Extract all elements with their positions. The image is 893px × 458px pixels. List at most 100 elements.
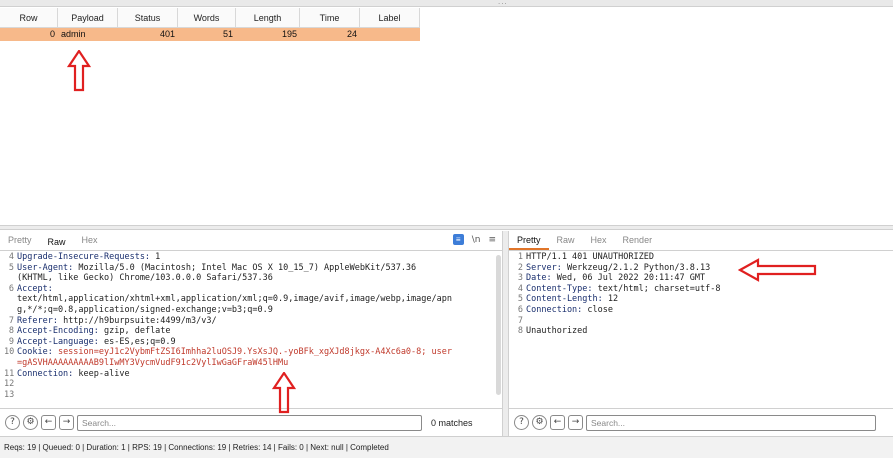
cookie-value: session=eyJ1c2VybmFtZSI6Imhha2luOSJ9.YsX… xyxy=(52,347,452,358)
cell-words: 51 xyxy=(222,29,233,39)
tab-raw[interactable]: Raw xyxy=(40,236,74,250)
code-line: text/html,application/xhtml+xml,applicat… xyxy=(4,294,496,305)
help-icon[interactable]: ? xyxy=(5,415,20,430)
code-line: =gASVHAAAAAAAAAB9lIwMY3VycmVudF91c2VylIw… xyxy=(4,358,496,369)
cell-label xyxy=(360,28,420,41)
next-arrow-icon[interactable]: → xyxy=(59,415,74,430)
code-line: 2 Server: Werkzeug/2.1.2 Python/3.8.13 xyxy=(513,263,887,274)
cell-time: 24 xyxy=(346,29,357,39)
tab-pretty[interactable]: Pretty xyxy=(0,234,40,250)
header-value: (KHTML, like Gecko) Chrome/103.0.0.0 Saf… xyxy=(17,273,273,284)
resize-grip-icon[interactable]: ··· xyxy=(498,1,508,8)
pane-splitter[interactable] xyxy=(0,225,893,230)
tab-hex[interactable]: Hex xyxy=(74,234,106,250)
annotation-left-arrow-icon xyxy=(738,258,817,282)
line-number: 6 xyxy=(8,283,14,294)
header-value: Unauthorized xyxy=(526,326,588,337)
request-search-input[interactable]: Search... xyxy=(77,414,422,431)
header-value: g,*/*;q=0.8,application/signed-exchange;… xyxy=(17,304,273,315)
results-table: Row Payload Status Words Length Time Lab… xyxy=(0,8,420,41)
line-number: 2 xyxy=(517,262,523,273)
header-value: HTTP/1.1 401 UNAUTHORIZED xyxy=(526,252,654,262)
code-line: 4 Content-Type: text/html; charset=utf-8 xyxy=(513,284,887,295)
message-format-icon[interactable]: ≡ xyxy=(452,234,464,245)
header-value: text/html; charset=utf-8 xyxy=(592,283,721,294)
line-number: 4 xyxy=(8,252,14,262)
annotation-up-arrow-icon xyxy=(272,372,296,414)
code-line: (KHTML, like Gecko) Chrome/103.0.0.0 Saf… xyxy=(4,273,496,284)
header-key: Accept: xyxy=(17,283,53,294)
code-line: 4 Upgrade-Insecure-Requests: 1 xyxy=(4,252,496,263)
annotation-up-arrow-icon xyxy=(67,50,91,92)
request-editor[interactable]: 4 Upgrade-Insecure-Requests: 1 5 User-Agent… xyxy=(0,251,502,400)
response-editor[interactable]: 1 HTTP/1.1 401 UNAUTHORIZED 2 Server: Werkz… xyxy=(509,251,893,337)
tab-pretty[interactable]: Pretty xyxy=(509,234,549,250)
tab-render[interactable]: Render xyxy=(615,234,661,250)
request-search-bar: ? ⚙ ← → Search... 0 matches xyxy=(0,408,502,436)
header-key: Content-Type: xyxy=(526,283,593,294)
settings-gear-icon[interactable]: ⚙ xyxy=(532,415,547,430)
menu-icon[interactable]: ≡ xyxy=(488,235,496,245)
previous-arrow-icon[interactable]: ← xyxy=(41,415,56,430)
newline-icon[interactable]: \n xyxy=(472,235,481,245)
code-line: 5 User-Agent: Mozilla/5.0 (Macintosh; Int… xyxy=(4,263,496,274)
response-search-input[interactable]: Search... xyxy=(586,414,876,431)
code-line: 12 xyxy=(4,379,496,390)
header-value: 12 xyxy=(602,294,619,305)
cell-row: 0 xyxy=(49,29,55,39)
code-line: 9 Accept-Language: es-ES,es;q=0.9 xyxy=(4,337,496,348)
response-pane: Pretty Raw Hex Render 1 HTTP/1.1 401 UNAU… xyxy=(508,231,893,436)
header-value: http://h9burpsuite:4499/m3/v3/ xyxy=(57,315,217,326)
code-line: 3 Date: Wed, 06 Jul 2022 20:11:47 GMT xyxy=(513,273,887,284)
cookie-value: =gASVHAAAAAAAAAB9lIwMY3VycmVudF91c2VylIw… xyxy=(17,357,289,368)
header-key: User-Agent: xyxy=(17,262,74,273)
request-scrollbar[interactable] xyxy=(496,255,501,395)
header-value: Werkzeug/2.1.2 Python/3.8.13 xyxy=(561,262,711,273)
request-tabs: Pretty Raw Hex ≡ \n ≡ xyxy=(0,231,502,251)
table-row[interactable]: 0 admin 401 51 195 24 xyxy=(0,28,420,41)
help-icon[interactable]: ? xyxy=(514,415,529,430)
header-key: Server: xyxy=(526,262,562,273)
code-line: 6 Accept: xyxy=(4,284,496,295)
header-value: gzip, deflate xyxy=(98,326,171,337)
header-value: close xyxy=(582,304,614,315)
header-value: es-ES,es;q=0.9 xyxy=(98,336,176,347)
column-header-label[interactable]: Label xyxy=(360,8,420,27)
code-line: 8 Accept-Encoding: gzip, deflate xyxy=(4,326,496,337)
tab-hex[interactable]: Hex xyxy=(583,234,615,250)
code-line: 10 Cookie: session=eyJ1c2VybmFtZSI6Imhha2… xyxy=(4,347,496,358)
line-number: 4 xyxy=(517,283,523,294)
status-bar: Reqs: 19 | Queued: 0 | Duration: 1 | RPS… xyxy=(0,436,893,458)
header-key: Cookie: xyxy=(17,347,53,358)
next-arrow-icon[interactable]: → xyxy=(568,415,583,430)
line-number: 1 xyxy=(517,252,523,262)
column-header-payload[interactable]: Payload xyxy=(58,8,118,27)
code-line: 11 Connection: keep-alive xyxy=(4,369,496,380)
response-tabs: Pretty Raw Hex Render xyxy=(509,231,893,251)
request-pane: Pretty Raw Hex ≡ \n ≡ 4 Upgrade-Insecure-… xyxy=(0,231,503,436)
code-line: 8 Unauthorized xyxy=(513,326,887,337)
column-header-words[interactable]: Words xyxy=(178,8,236,27)
code-line: 5 Content-Length: 12 xyxy=(513,294,887,305)
header-key: Upgrade-Insecure-Requests: xyxy=(17,252,151,262)
code-line: g,*/*;q=0.8,application/signed-exchange;… xyxy=(4,305,496,316)
line-number: 13 xyxy=(4,389,15,400)
header-value: Wed, 06 Jul 2022 20:11:47 GMT xyxy=(551,273,706,284)
column-header-status[interactable]: Status xyxy=(118,8,178,27)
header-value: keep-alive xyxy=(73,368,130,379)
code-line: 6 Connection: close xyxy=(513,305,887,316)
header-key: Referer: xyxy=(17,315,58,326)
header-key: Accept-Language: xyxy=(17,336,99,347)
column-header-row[interactable]: Row xyxy=(0,8,58,27)
previous-arrow-icon[interactable]: ← xyxy=(550,415,565,430)
line-number: 7 xyxy=(517,315,523,326)
match-count: 0 matches xyxy=(431,417,473,428)
response-search-bar: ? ⚙ ← → Search... xyxy=(509,408,893,436)
settings-gear-icon[interactable]: ⚙ xyxy=(23,415,38,430)
column-header-length[interactable]: Length xyxy=(236,8,300,27)
tab-raw[interactable]: Raw xyxy=(549,234,583,250)
column-header-time[interactable]: Time xyxy=(300,8,360,27)
results-header: Row Payload Status Words Length Time Lab… xyxy=(0,8,420,28)
line-number: 6 xyxy=(517,304,523,315)
line-number: 8 xyxy=(517,326,523,337)
